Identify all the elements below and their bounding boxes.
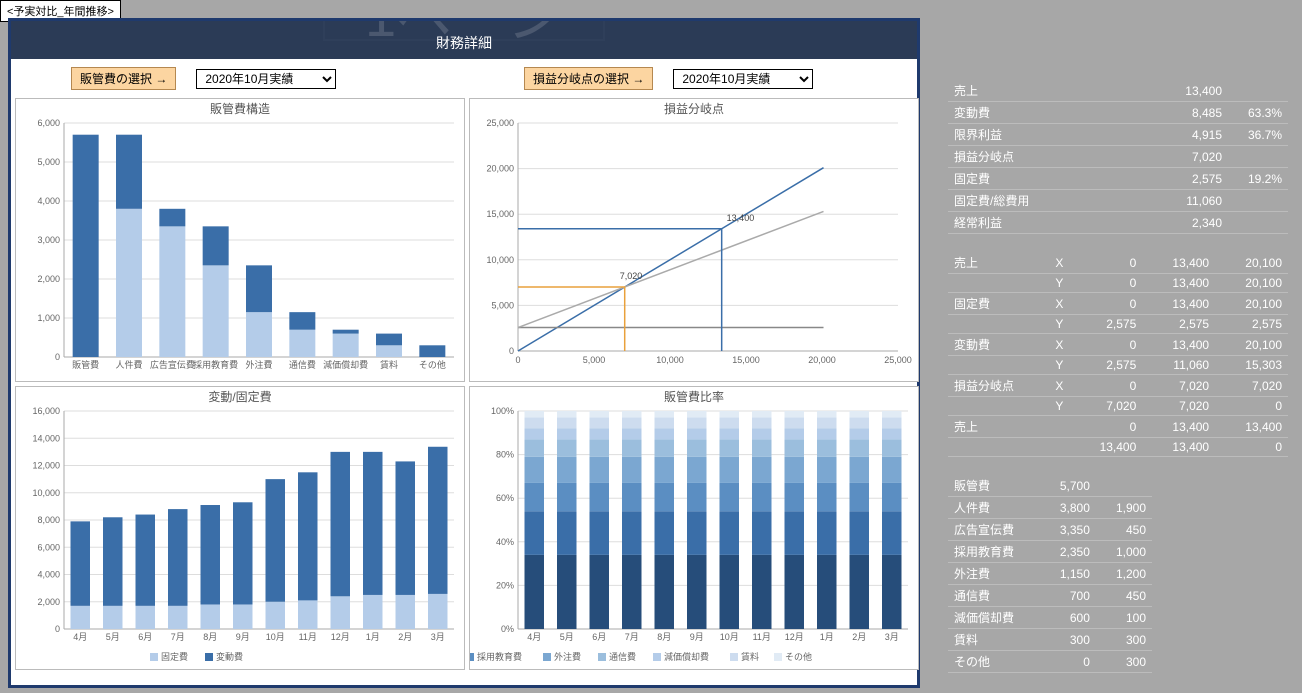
svg-text:その他: その他 [785,651,812,662]
svg-text:7,020: 7,020 [620,271,643,281]
svg-text:6月: 6月 [138,632,152,642]
svg-text:2,000: 2,000 [37,597,60,607]
svg-text:人件費: 人件費 [115,359,142,370]
svg-text:通信費: 通信費 [289,359,316,370]
svg-text:8月: 8月 [657,632,671,642]
svg-text:40%: 40% [496,537,514,547]
svg-text:10,000: 10,000 [32,488,60,498]
svg-text:0: 0 [55,624,60,634]
svg-text:12,000: 12,000 [32,461,60,471]
svg-text:0%: 0% [501,624,514,634]
svg-text:8,000: 8,000 [37,515,60,525]
svg-text:9月: 9月 [690,632,704,642]
svg-text:外注費: 外注費 [554,651,581,662]
svg-text:賃料: 賃料 [380,359,398,370]
svg-text:20,000: 20,000 [808,355,836,365]
chart-ratio: 販管費比率 0% 20% 40% 60% 80% 100% 4月 5月 6月 7月 8月 9月 10月 11… [469,386,919,670]
svg-text:変動費: 変動費 [216,651,243,662]
svg-text:10,000: 10,000 [486,255,514,265]
main-panel: 1ページ 財務詳細 販管費の選択 → 2020年10月実績 損益分岐点の選択 →… [8,18,920,688]
svg-text:12月: 12月 [331,632,350,642]
side-table-mid: 売上X013,40020,100Y013,40020,100固定費X013,40… [948,252,1288,457]
svg-text:4,000: 4,000 [37,196,60,206]
svg-text:9月: 9月 [236,632,250,642]
svg-text:その他: その他 [419,359,446,370]
side-data-panel: 売上13,400変動費8,48563.3%限界利益4,91536.7%損益分岐点… [948,80,1288,673]
svg-text:13,400: 13,400 [727,213,755,223]
svg-text:6,000: 6,000 [37,118,60,128]
svg-text:5月: 5月 [560,632,574,642]
svg-text:0: 0 [509,346,514,356]
svg-text:0: 0 [515,355,520,365]
svg-text:25,000: 25,000 [884,355,912,365]
svg-text:5,000: 5,000 [491,300,514,310]
svg-text:4月: 4月 [73,632,87,642]
svg-text:20%: 20% [496,580,514,590]
svg-text:16,000: 16,000 [32,406,60,416]
svg-text:3月: 3月 [885,632,899,642]
svg-text:減価償却費: 減価償却費 [664,651,709,662]
svg-text:3月: 3月 [431,632,445,642]
svg-text:7月: 7月 [171,632,185,642]
svg-text:100%: 100% [491,406,514,416]
svg-text:5,000: 5,000 [37,157,60,167]
sel2-dropdown[interactable]: 2020年10月実績 [673,69,813,89]
svg-text:10月: 10月 [720,632,739,642]
svg-text:6月: 6月 [592,632,606,642]
svg-text:広告宣伝費: 広告宣伝費 [150,359,195,370]
svg-text:減価償却費: 減価償却費 [323,359,368,370]
svg-text:賃料: 賃料 [741,651,759,662]
svg-text:採用教育費: 採用教育費 [477,651,522,662]
sel1-label: 販管費の選択 → [71,67,176,90]
svg-text:25,000: 25,000 [486,118,514,128]
svg-text:20,000: 20,000 [486,164,514,174]
svg-text:11月: 11月 [299,632,317,642]
banner-title: 財務詳細 [11,21,917,59]
svg-text:通信費: 通信費 [609,651,636,662]
svg-text:15,000: 15,000 [486,209,514,219]
svg-text:7月: 7月 [625,632,639,642]
sel1-dropdown[interactable]: 2020年10月実績 [196,69,336,89]
svg-text:2月: 2月 [852,632,866,642]
svg-text:5月: 5月 [106,632,120,642]
svg-text:6,000: 6,000 [37,542,60,552]
svg-text:1月: 1月 [820,632,834,642]
side-table-bot: 販管費5,700人件費3,8001,900広告宣伝費3,350450採用教育費2… [948,475,1152,673]
svg-text:1月: 1月 [366,632,380,642]
svg-text:1,000: 1,000 [37,313,60,323]
chart-breakeven: 損益分岐点 0 5,000 10,000 15,000 20,000 25,000 0 5,00… [469,98,919,382]
svg-text:4月: 4月 [527,632,541,642]
chart-var-fix: 変動/固定費 0 2,000 4,000 6,000 8,000 10,000 12,000 1… [15,386,465,670]
svg-text:14,000: 14,000 [32,433,60,443]
svg-text:販管費構造: 販管費構造 [210,101,270,116]
svg-text:8月: 8月 [203,632,217,642]
svg-text:0: 0 [55,352,60,362]
banner: 1ページ 財務詳細 [11,21,917,59]
side-table-top: 売上13,400変動費8,48563.3%限界利益4,91536.7%損益分岐点… [948,80,1288,234]
svg-text:販管費: 販管費 [72,359,99,370]
svg-text:10月: 10月 [266,632,285,642]
svg-text:60%: 60% [496,493,514,503]
svg-text:外注費: 外注費 [245,359,272,370]
svg-text:11月: 11月 [753,632,771,642]
svg-text:4,000: 4,000 [37,570,60,580]
svg-text:15,000: 15,000 [732,355,760,365]
svg-text:3,000: 3,000 [37,235,60,245]
svg-text:10,000: 10,000 [656,355,684,365]
svg-text:採用教育費: 採用教育費 [193,359,238,370]
chart-hankanhi: 販管費構造 0 1,000 2,000 3,000 4,000 5,000 6,000 販管費 人… [15,98,465,382]
svg-text:損益分岐点: 損益分岐点 [664,101,724,116]
svg-text:80%: 80% [496,450,514,460]
svg-text:5,000: 5,000 [583,355,606,365]
svg-text:2,000: 2,000 [37,274,60,284]
svg-text:12月: 12月 [785,632,804,642]
svg-text:2月: 2月 [398,632,412,642]
svg-text:販管費比率: 販管費比率 [664,389,724,404]
svg-text:変動/固定費: 変動/固定費 [208,389,271,404]
sel2-label: 損益分岐点の選択 → [524,67,653,90]
svg-text:固定費: 固定費 [161,651,188,662]
